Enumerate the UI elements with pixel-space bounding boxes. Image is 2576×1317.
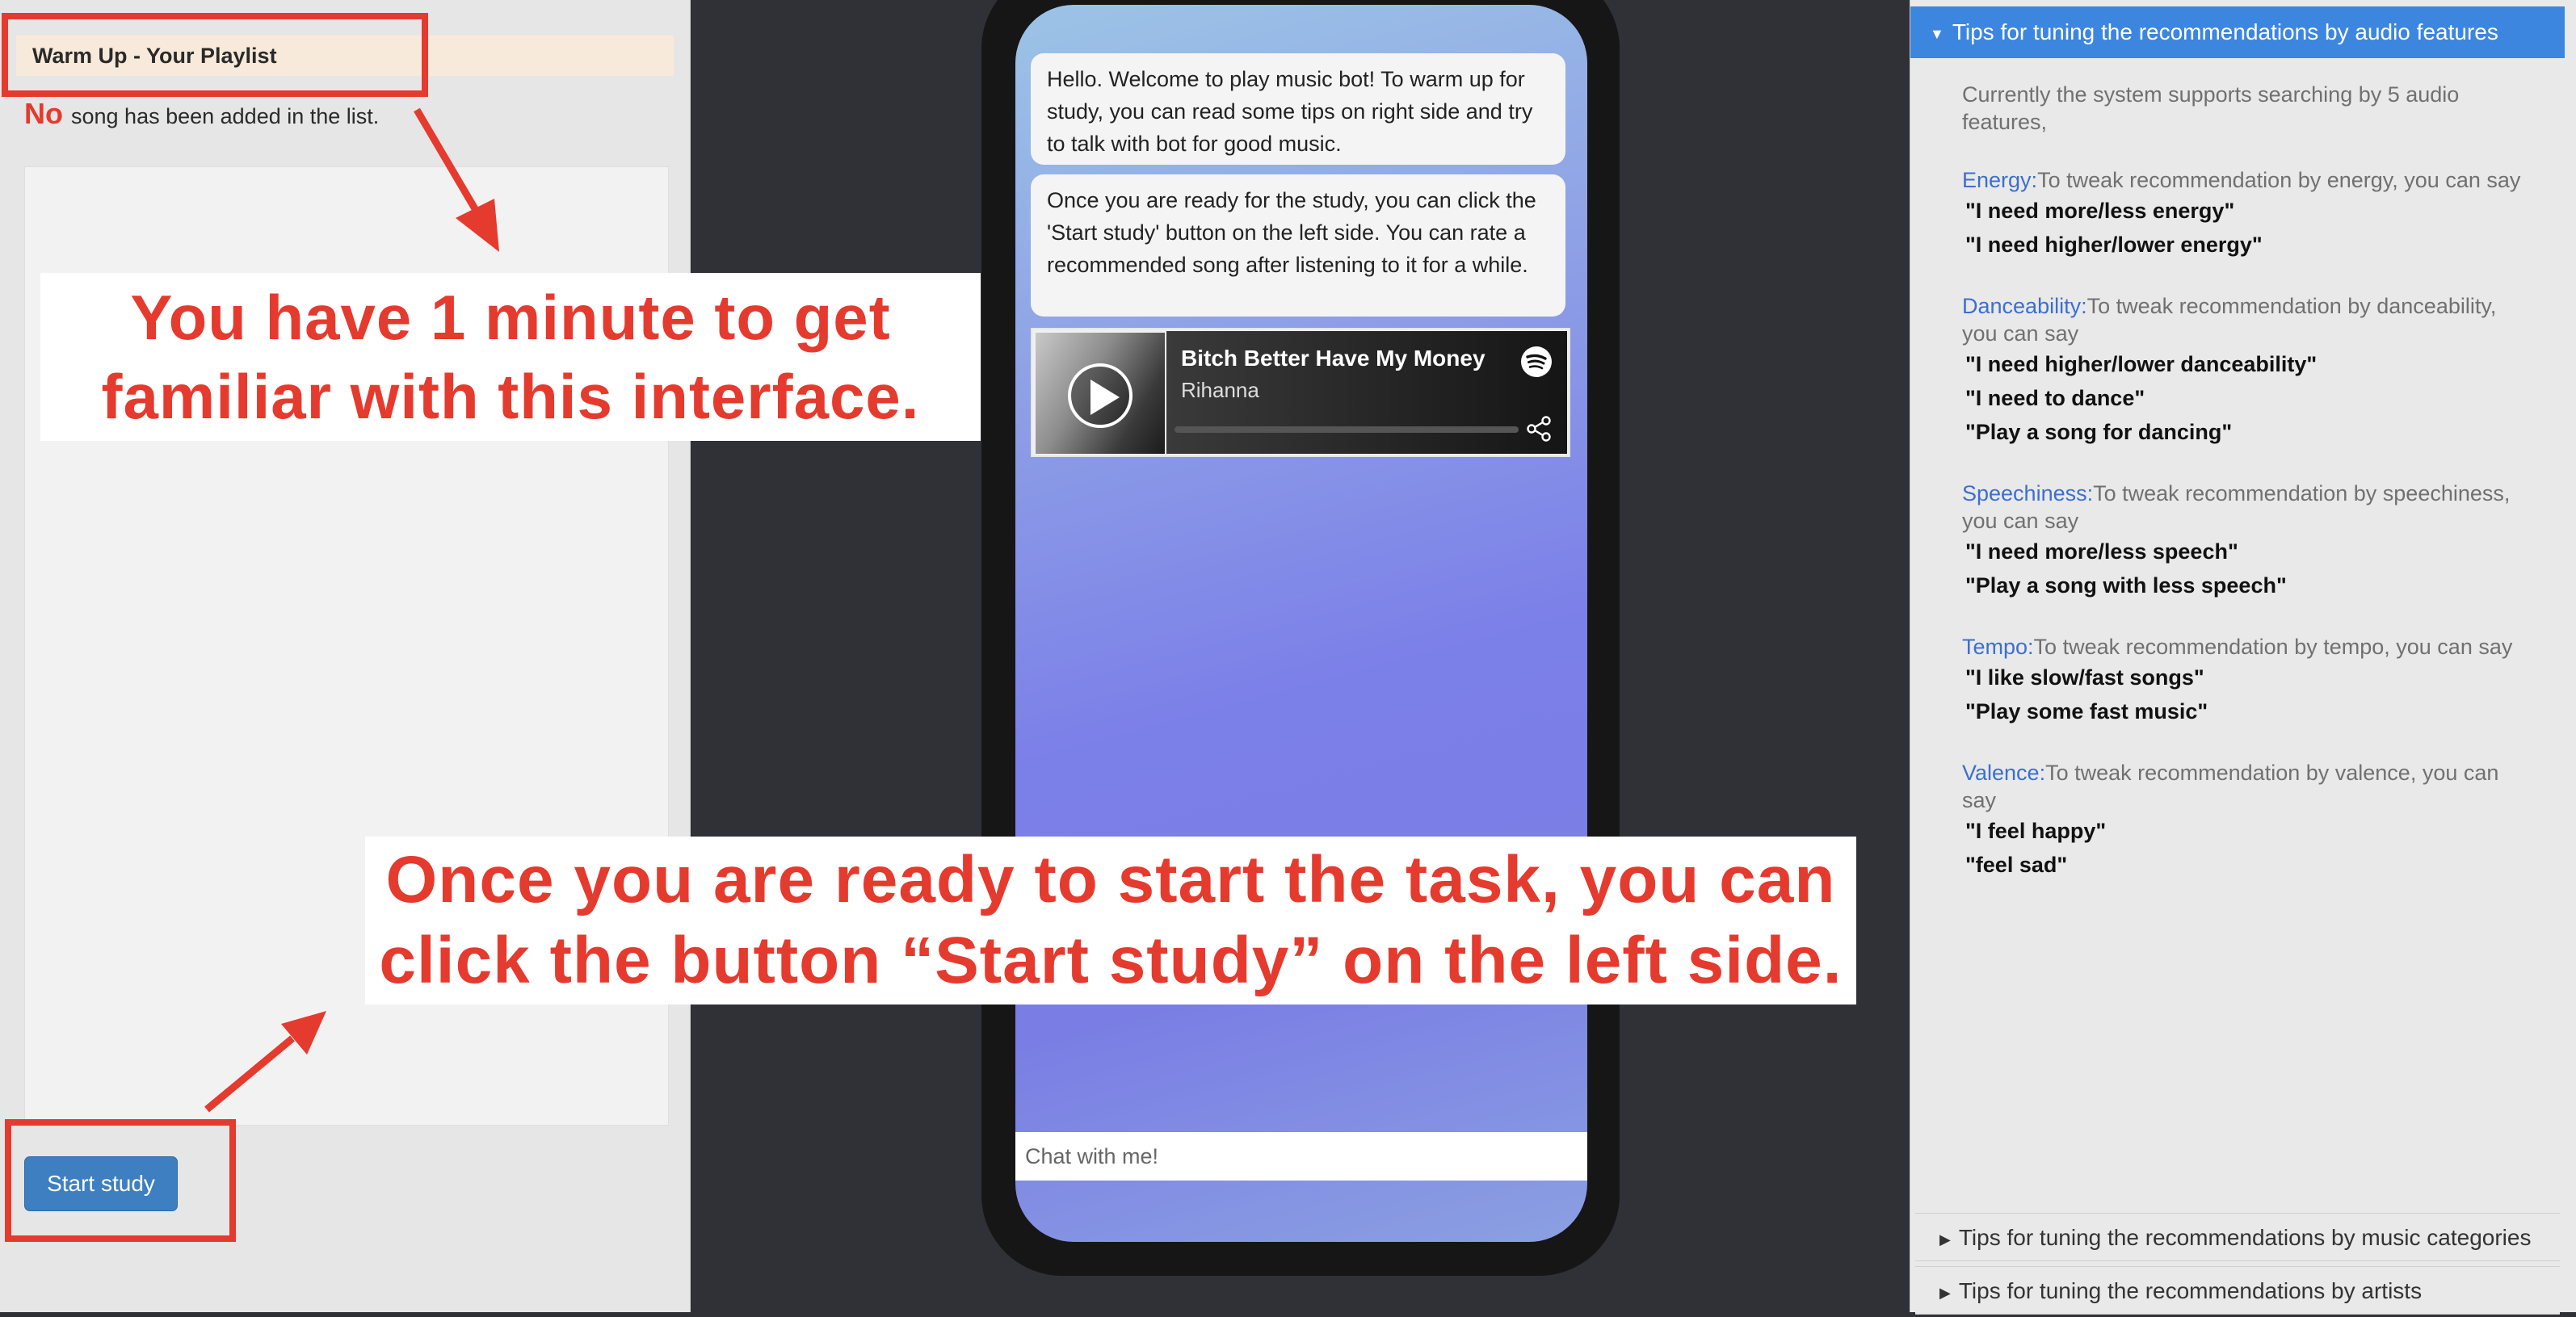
- tips-header-categories-label: Tips for tuning the recommendations by m…: [1958, 1225, 2532, 1250]
- play-button[interactable]: [1068, 363, 1133, 428]
- feature-example: "I need to dance": [1965, 386, 2145, 410]
- feature-speechiness: Speechiness:To tweak recommendation by s…: [1962, 480, 2528, 602]
- feature-name: Valence:: [1962, 761, 2046, 785]
- feature-example: "feel sad": [1965, 853, 2068, 877]
- feature-description: To tweak recommendation by energy, you c…: [2037, 168, 2521, 192]
- feature-example: "I need higher/lower danceability": [1965, 352, 2318, 376]
- feature-example: "I need more/less energy": [1965, 199, 2235, 223]
- spotify-player-card: Bitch Better Have My Money Rihanna: [1031, 328, 1570, 457]
- feature-description: To tweak recommendation by tempo, you ca…: [2033, 635, 2513, 659]
- feature-tempo: Tempo:To tweak recommendation by tempo, …: [1962, 633, 2528, 728]
- feature-example: "I need higher/lower energy": [1965, 233, 2263, 257]
- caret-down-icon: ▼: [1930, 25, 1944, 42]
- feature-name: Danceability:: [1962, 294, 2087, 318]
- feature-example: "I feel happy": [1965, 819, 2107, 843]
- track-info: Bitch Better Have My Money Rihanna: [1166, 331, 1567, 454]
- album-art: [1036, 333, 1165, 454]
- playlist-status-prefix: No: [24, 97, 63, 130]
- spotify-icon[interactable]: [1520, 346, 1553, 378]
- play-icon: [1090, 380, 1120, 415]
- playlist-title: Warm Up - Your Playlist: [16, 36, 674, 76]
- feature-valence: Valence:To tweak recommendation by valen…: [1962, 759, 2528, 882]
- tips-intro: Currently the system supports searching …: [1962, 82, 2460, 134]
- feature-example: "Play a song with less speech": [1965, 573, 2287, 598]
- bot-message-welcome: Hello. Welcome to play music bot! To war…: [1031, 53, 1565, 165]
- callout-line: Once you are ready to start the task, yo…: [385, 843, 1836, 916]
- caret-right-icon: ▶: [1939, 1231, 1951, 1248]
- chat-input[interactable]: [1015, 1132, 1587, 1181]
- annotation-callout-start-task: Once you are ready to start the task, yo…: [365, 837, 1856, 1005]
- feature-example: "I like slow/fast songs": [1965, 665, 2204, 690]
- feature-name: Speechiness:: [1962, 481, 2094, 505]
- tips-audio-content: Currently the system supports searching …: [1962, 81, 2528, 912]
- tips-header-audio-label: Tips for tuning the recommendations by a…: [1952, 19, 2498, 44]
- start-study-button[interactable]: Start study: [24, 1156, 178, 1211]
- track-title: Bitch Better Have My Money: [1181, 346, 1486, 371]
- bot-message-instructions: Once you are ready for the study, you ca…: [1031, 174, 1565, 317]
- callout-line: familiar with this interface.: [101, 361, 920, 432]
- caret-right-icon: ▶: [1939, 1284, 1951, 1301]
- tips-panel: ▼ Tips for tuning the recommendations by …: [1910, 0, 2576, 1315]
- feature-energy: Energy:To tweak recommendation by energy…: [1962, 166, 2528, 262]
- tips-header-music-categories[interactable]: ▶ Tips for tuning the recommendations by …: [1915, 1213, 2560, 1261]
- track-progress-bar[interactable]: [1175, 426, 1519, 433]
- feature-name: Tempo:: [1962, 635, 2034, 659]
- annotation-callout-time-limit: You have 1 minute to get familiar with t…: [40, 273, 981, 441]
- share-icon[interactable]: [1525, 415, 1553, 442]
- feature-example: "Play a song for dancing": [1965, 420, 2233, 444]
- callout-line: You have 1 minute to get: [130, 282, 891, 353]
- feature-danceability: Danceability:To tweak recommendation by …: [1962, 292, 2528, 449]
- feature-name: Energy:: [1962, 168, 2038, 192]
- playlist-status-text: song has been added in the list.: [71, 104, 380, 128]
- tips-header-artists[interactable]: ▶ Tips for tuning the recommendations by …: [1915, 1266, 2560, 1315]
- track-artist: Rihanna: [1181, 378, 1259, 402]
- playlist-status: No song has been added in the list.: [24, 97, 379, 131]
- chat-screen: Hello. Welcome to play music bot! To war…: [1015, 5, 1587, 1242]
- tips-header-audio-features[interactable]: ▼ Tips for tuning the recommendations by …: [1910, 6, 2565, 58]
- callout-line: click the button “Start study” on the le…: [379, 924, 1843, 997]
- tips-header-artists-label: Tips for tuning the recommendations by a…: [1958, 1278, 2423, 1303]
- feature-example: "Play some fast music": [1965, 699, 2208, 724]
- playlist-panel: Warm Up - Your Playlist No song has been …: [0, 0, 691, 1312]
- feature-example: "I need more/less speech": [1965, 539, 2238, 564]
